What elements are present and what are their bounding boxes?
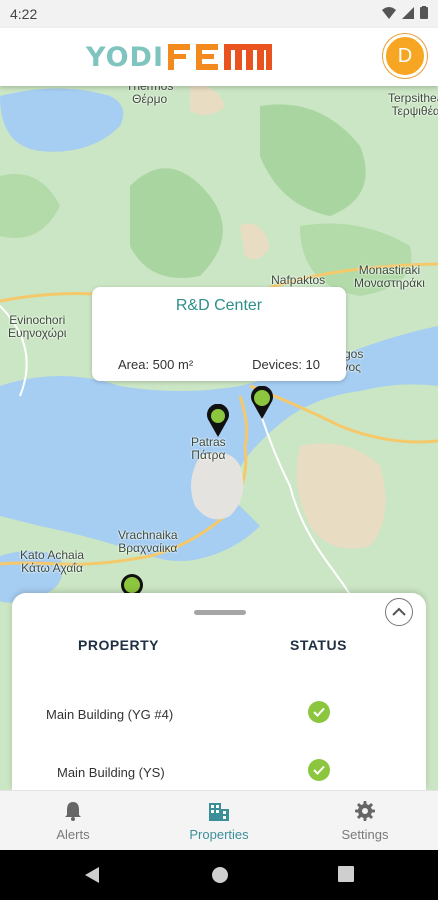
system-navigation-bar xyxy=(0,850,438,900)
logo-mark-icon xyxy=(168,44,272,70)
properties-bottom-sheet[interactable]: PROPERTY STATUS Main Building (YG #4) Ma… xyxy=(12,593,426,790)
nav-item-settings[interactable]: Settings xyxy=(305,799,425,842)
map-label-kato-achaia: Kato Achaia Κάτω Αχαΐα xyxy=(20,548,85,575)
app-logo: YODI xyxy=(86,41,272,73)
column-header-status: STATUS xyxy=(290,637,347,653)
sheet-drag-handle[interactable] xyxy=(194,610,246,615)
map-label-vrachnaika: Vrachnaika Βραχναίικα xyxy=(118,528,178,555)
system-status-bar: 4:22 xyxy=(0,0,438,28)
map-label-terpsithea: Terpsithea Τερψιθέα xyxy=(388,91,438,118)
nav-item-alerts[interactable]: Alerts xyxy=(13,799,133,842)
bottom-navigation: Alerts Properties Settings xyxy=(0,790,438,850)
user-avatar[interactable]: D xyxy=(383,34,427,78)
logo-text: YODI xyxy=(86,41,164,73)
wifi-icon xyxy=(382,6,396,19)
gear-icon xyxy=(355,801,375,821)
info-card-devices: Devices: 10 xyxy=(252,357,320,372)
home-icon[interactable] xyxy=(211,866,229,884)
nav-label-settings: Settings xyxy=(341,827,389,842)
bell-icon xyxy=(65,802,81,821)
row-property-name: Main Building (YG #4) xyxy=(46,707,174,722)
collapse-sheet-button[interactable] xyxy=(385,598,413,626)
table-row[interactable]: Main Building (YG #4) xyxy=(12,697,426,737)
battery-icon xyxy=(420,6,428,19)
status-time: 4:22 xyxy=(10,6,38,22)
map-label-thermos: Thermos Θέρμο xyxy=(126,86,174,106)
status-ok-icon xyxy=(308,759,330,781)
nav-label-alerts: Alerts xyxy=(56,827,90,842)
property-info-card[interactable]: R&D Center Area: 500 m² Devices: 10 xyxy=(92,287,346,381)
avatar-initial: D xyxy=(397,44,413,67)
map-pin-black[interactable] xyxy=(206,404,230,438)
app-header: YODI D xyxy=(0,28,438,86)
map-pin-rd-center[interactable] xyxy=(250,386,274,420)
row-property-name: Main Building (YS) xyxy=(57,765,165,780)
back-icon[interactable] xyxy=(84,866,100,884)
map-label-monastiraki: Monastiraki Μοναστηράκι xyxy=(354,263,425,290)
status-ok-icon xyxy=(308,701,330,723)
info-card-area: Area: 500 m² xyxy=(118,357,194,372)
map-label-patras: Patras Πάτρα xyxy=(191,435,226,462)
info-card-title: R&D Center xyxy=(175,297,263,314)
table-row[interactable]: Main Building (YS) xyxy=(12,755,426,790)
nav-item-properties[interactable]: Properties xyxy=(159,799,279,842)
recents-icon[interactable] xyxy=(338,866,354,882)
nav-label-properties: Properties xyxy=(189,827,249,842)
building-icon xyxy=(209,803,229,821)
status-icons xyxy=(382,6,428,19)
chevron-up-icon xyxy=(392,607,406,616)
signal-icon xyxy=(402,6,414,19)
map-label-evinochori: Evinochori Ευηνοχώρι xyxy=(8,313,67,340)
column-header-property: PROPERTY xyxy=(78,637,160,653)
